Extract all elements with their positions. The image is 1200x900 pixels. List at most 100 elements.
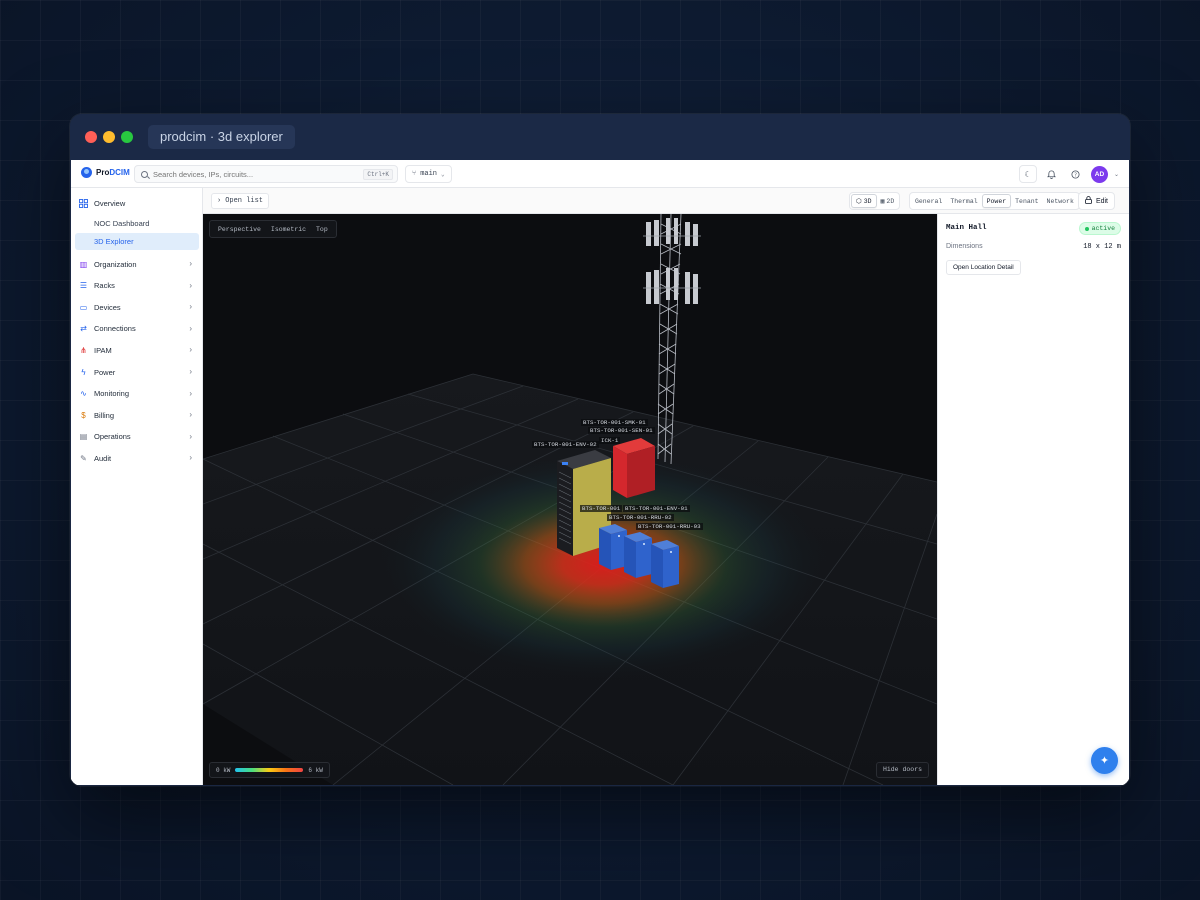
view-mode-toggle: ⬡ 3D ▦ 2D [849,192,901,210]
sidebar-item-monitoring[interactable]: ∿ Monitoring › [75,385,199,403]
search-box[interactable]: Ctrl+K [134,165,398,183]
sidebar-subitem-3d-explorer[interactable]: 3D Explorer [75,233,199,250]
camera-perspective-button[interactable]: Perspective [213,226,266,233]
sidebar: Overview NOC Dashboard 3D Explorer ▥ Orga… [71,188,203,785]
sidebar-item-billing[interactable]: $ Billing › [75,406,199,424]
chevron-right-icon: › [189,388,192,398]
brand-name-part2: DCIM [109,168,130,177]
branch-selector[interactable]: ⑂ main ⌄ [405,165,452,183]
ai-assistant-sparkle-icon[interactable]: ✦ [1091,747,1118,774]
audit-icon: ✎ [80,453,87,463]
sidebar-item-label: Organization [94,259,137,269]
sidebar-item-devices[interactable]: ▭ Devices › [75,298,199,316]
edit-button[interactable]: Edit [1077,192,1115,210]
sidebar-item-audit[interactable]: ✎ Audit › [75,449,199,467]
sidebar-item-connections[interactable]: ⇄ Connections › [75,320,199,338]
search-icon [141,170,148,178]
clipboard-icon: ▤ [79,432,88,442]
device-label[interactable]: BTS-TOR-001-SEN-01 [588,427,655,434]
location-title: Main Hall [946,224,987,232]
device-label[interactable]: BTS-TOR-001-ENV-01 [623,505,690,512]
connections-icon: ⇄ [80,324,87,334]
cabinet-red[interactable] [613,438,655,498]
layer-network-button[interactable]: Network [1043,194,1078,208]
dimensions-label: Dimensions [946,243,983,250]
minimize-window-button[interactable] [103,131,115,143]
device-label[interactable]: BTS-TOR-001-SMK-01 [581,419,648,426]
chevron-right-icon: › [189,453,192,463]
layer-power-button[interactable]: Power [981,194,1012,208]
brand-logo[interactable]: ProDCIM [81,167,130,178]
3d-scene [203,214,937,785]
user-avatar[interactable]: AD [1090,165,1108,183]
pulse-icon: ∿ [80,389,87,399]
sidebar-item-label: Audit [94,453,112,463]
sidebar-item-overview[interactable]: Overview [75,194,199,212]
maximize-window-button[interactable] [121,131,133,143]
device-label[interactable]: BTS-TOR-001-ENV-02 [532,441,599,448]
grid-2d-icon: ▦ [880,198,885,205]
device-label[interactable]: BTS-TOR-001 [580,505,623,512]
rack-icon: ☰ [79,281,88,291]
help-icon[interactable]: ? [1067,165,1085,183]
notifications-bell-icon[interactable] [1043,165,1061,183]
legend-gradient [235,768,304,772]
rru-box-1[interactable] [599,524,627,570]
sidebar-item-operations[interactable]: ▤ Operations › [75,428,199,446]
user-menu-chevron-icon[interactable]: ⌄ [1114,171,1119,178]
window-titlebar: prodcim · 3d explorer [70,114,1130,160]
layer-thermal-button[interactable]: Thermal [946,194,981,208]
view-mode-2d-button[interactable]: ▦ 2D [877,194,899,208]
sidebar-item-racks[interactable]: ☰ Racks › [75,277,199,295]
device-label[interactable]: BTS-TOR-001-RRU-02 [607,514,674,521]
sidebar-item-label: Overview [94,198,126,208]
chevron-right-icon: › [217,197,222,205]
sidebar-item-label: Operations [94,432,131,442]
hide-doors-button[interactable]: Hide doors [875,762,929,778]
chevron-down-icon: ⌄ [441,170,445,178]
lock-icon [1085,196,1092,206]
chevron-right-icon: › [189,410,192,420]
camera-isometric-button[interactable]: Isometric [266,226,311,233]
camera-top-button[interactable]: Top [311,226,333,233]
sidebar-item-ipam[interactable]: ⋔ IPAM › [75,341,199,359]
sidebar-item-label: IPAM [94,345,112,355]
sidebar-subitem-noc-dashboard[interactable]: NOC Dashboard [75,215,199,232]
layer-tenant-button[interactable]: Tenant [1011,194,1042,208]
open-location-detail-button[interactable]: Open Location Detail [946,260,1021,275]
open-list-button[interactable]: › Open list [211,193,270,209]
network-icon: ⋔ [80,345,87,355]
open-list-label: Open list [225,197,264,205]
app-content: ProDCIM Ctrl+K ⑂ main ⌄ ☾ ? AD [71,160,1129,785]
device-label[interactable]: ICK-1 [599,437,621,444]
view-mode-3d-label: 3D [863,197,872,205]
search-input[interactable] [153,169,353,179]
brand-name-part1: Pro [96,168,110,177]
rru-box-2[interactable] [624,532,652,578]
sidebar-item-power[interactable]: ϟ Power › [75,363,199,381]
view-mode-3d-button[interactable]: ⬡ 3D [851,194,877,208]
svg-text:?: ? [1075,172,1078,178]
top-actions: ☾ ? AD ⌄ [1018,165,1119,183]
device-label[interactable]: BTS-TOR-001-RRU-03 [636,523,703,530]
sidebar-item-label: Devices [94,302,121,312]
window-tab-title[interactable]: prodcim · 3d explorer [148,125,295,149]
sidebar-item-label: Billing [94,410,115,420]
sidebar-item-label: Power [94,367,116,377]
tower-mounts [643,235,701,289]
close-window-button[interactable] [85,131,97,143]
3d-viewport[interactable]: BTS-TOR-001-SMK-01 BTS-TOR-001-SEN-01 IC… [203,214,937,785]
tower-antennas [646,218,698,304]
theme-toggle-moon-icon[interactable]: ☾ [1018,165,1037,183]
sidebar-item-organization[interactable]: ▥ Organization › [75,255,199,273]
chevron-right-icon: › [189,323,192,333]
sidebar-item-label: Monitoring [94,389,130,399]
layer-general-button[interactable]: General [911,194,946,208]
git-branch-icon: ⑂ [412,170,417,178]
search-shortcut-hint: Ctrl+K [363,169,393,180]
building-icon: ▥ [79,259,88,269]
detail-panel: Main Hall active Dimensions 18 x 12 m Op… [937,214,1129,785]
status-dot-icon [1084,226,1089,231]
rru-box-3[interactable] [651,540,679,588]
chevron-right-icon: › [189,302,192,312]
